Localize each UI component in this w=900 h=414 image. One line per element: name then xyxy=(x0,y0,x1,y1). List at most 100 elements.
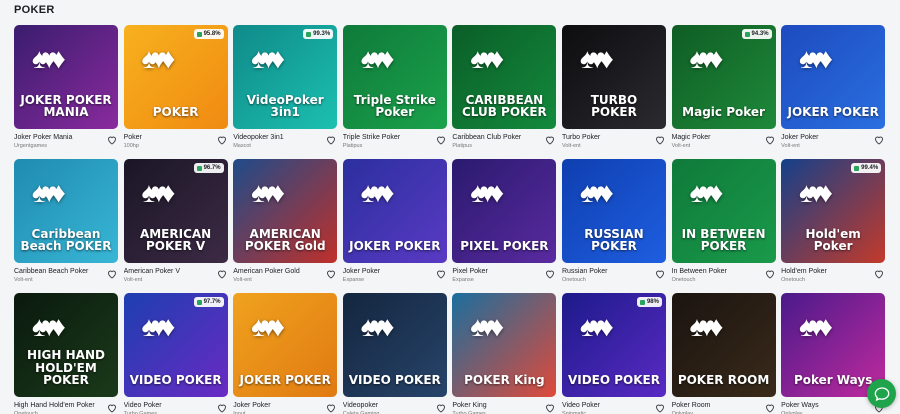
game-name[interactable]: Videopoker xyxy=(343,401,433,410)
heart-icon[interactable] xyxy=(873,134,885,146)
heart-icon[interactable] xyxy=(435,134,447,146)
game-card[interactable]: ♠♥♦ POKER 95.8% Poker 100hp xyxy=(123,25,228,149)
game-name[interactable]: Videopoker 3in1 xyxy=(233,133,323,142)
heart-icon[interactable] xyxy=(216,268,228,280)
game-thumbnail[interactable]: ♠♥♦ Caribbean Beach POKER xyxy=(14,159,118,263)
game-card[interactable]: ♠♥♦ VIDEO POKER Videopoker Caleta Gaming xyxy=(342,293,447,414)
game-thumbnail[interactable]: ♠♥♦ VIDEO POKER 98% xyxy=(561,293,666,397)
game-name[interactable]: Caribbean Beach Poker xyxy=(14,267,104,276)
game-name[interactable]: Joker Poker xyxy=(233,401,323,410)
game-thumbnail[interactable]: ♠♥♦ POKER ROOM xyxy=(671,293,776,397)
heart-icon[interactable] xyxy=(764,402,776,414)
game-card[interactable]: ♠♥♦ Hold'em Poker 99.4% Hold'em Poker On… xyxy=(781,159,886,283)
heart-icon[interactable] xyxy=(325,402,337,414)
game-name[interactable]: Joker Poker xyxy=(781,133,871,142)
game-name[interactable]: Joker Poker Mania xyxy=(14,133,104,142)
game-name[interactable]: In Between Poker xyxy=(672,267,762,276)
game-meta: Videopoker 3in1 Mascot xyxy=(233,133,337,152)
game-card[interactable]: ♠♥♦ Triple Strike Poker Triple Strike Po… xyxy=(342,25,447,149)
game-card[interactable]: ♠♥♦ JOKER POKER MANIA Joker Poker Mania … xyxy=(14,25,118,149)
game-provider: Volt-ent xyxy=(671,143,691,149)
game-thumbnail[interactable]: ♠♥♦ VIDEO POKER 97.7% xyxy=(123,293,228,397)
game-thumbnail[interactable]: ♠♥♦ JOKER POKER xyxy=(233,293,338,397)
game-name[interactable]: Hold'em Poker xyxy=(781,267,871,276)
game-name[interactable]: Poker King xyxy=(452,401,542,410)
game-meta: Poker King Turbo Games xyxy=(452,401,556,414)
game-name[interactable]: Poker Room xyxy=(672,401,762,410)
game-thumbnail[interactable]: ♠♥♦ VIDEO POKER xyxy=(342,293,447,397)
heart-icon[interactable] xyxy=(216,134,228,146)
game-name[interactable]: Turbo Poker xyxy=(562,133,652,142)
game-thumbnail[interactable]: ♠♥♦ CARIBBEAN CLUB POKER xyxy=(452,25,557,129)
game-name[interactable]: Poker Ways xyxy=(781,401,871,410)
game-name[interactable]: High Hand Hold'em Poker xyxy=(14,401,104,410)
game-thumbnail[interactable]: ♠♥♦ POKER 95.8% xyxy=(123,25,228,129)
game-card[interactable]: ♠♥♦ AMERICAN POKER Gold American Poker G… xyxy=(233,159,338,283)
game-name[interactable]: American Poker V xyxy=(124,267,214,276)
game-name[interactable]: American Poker Gold xyxy=(233,267,323,276)
heart-icon[interactable] xyxy=(764,268,776,280)
heart-icon[interactable] xyxy=(764,134,776,146)
game-card[interactable]: ♠♥♦ IN BETWEEN POKER In Between Poker On… xyxy=(671,159,776,283)
game-card[interactable]: ♠♥♦ JOKER POKER Joker Poker Volt-ent xyxy=(781,25,886,149)
game-thumbnail[interactable]: ♠♥♦ AMERICAN POKER Gold xyxy=(233,159,338,263)
game-card[interactable]: ♠♥♦ AMERICAN POKER V 96.7% American Poke… xyxy=(123,159,228,283)
game-thumbnail[interactable]: ♠♥♦ Hold'em Poker 99.4% xyxy=(781,159,886,263)
game-thumbnail[interactable]: ♠♥♦ POKER King xyxy=(452,293,557,397)
game-name[interactable]: Caribbean Club Poker xyxy=(452,133,542,142)
game-name[interactable]: Video Poker xyxy=(562,401,652,410)
game-thumbnail[interactable]: ♠♥♦ JOKER POKER MANIA xyxy=(14,25,118,129)
heart-icon[interactable] xyxy=(873,268,885,280)
game-card[interactable]: ♠♥♦ POKER ROOM Poker Room Onlyplay xyxy=(671,293,776,414)
game-card[interactable]: ♠♥♦ POKER King Poker King Turbo Games xyxy=(452,293,557,414)
heart-icon[interactable] xyxy=(325,134,337,146)
game-card[interactable]: ♠♥♦ Magic Poker 94.3% Magic Poker Volt-e… xyxy=(671,25,776,149)
game-card[interactable]: ♠♥♦ RUSSIAN POKER Russian Poker Onetouch xyxy=(561,159,666,283)
game-card[interactable]: ♠♥♦ JOKER POKER Joker Poker Inout xyxy=(233,293,338,414)
game-name[interactable]: Russian Poker xyxy=(562,267,652,276)
game-thumbnail[interactable]: ♠♥♦ HIGH HAND HOLD'EM POKER xyxy=(14,293,118,397)
game-thumbnail[interactable]: ♠♥♦ IN BETWEEN POKER xyxy=(671,159,776,263)
game-meta: Magic Poker Volt-ent xyxy=(672,133,776,152)
game-thumbnail[interactable]: ♠♥♦ Poker Ways xyxy=(781,293,886,397)
heart-icon[interactable] xyxy=(325,268,337,280)
live-chat-button[interactable] xyxy=(867,379,896,408)
game-card[interactable]: ♠♥♦ VideoPoker 3in1 99.3% Videopoker 3in… xyxy=(233,25,338,149)
heart-icon[interactable] xyxy=(216,402,228,414)
game-thumbnail[interactable]: ♠♥♦ AMERICAN POKER V 96.7% xyxy=(123,159,228,263)
rtp-icon xyxy=(196,299,202,305)
game-name[interactable]: Magic Poker xyxy=(672,133,762,142)
game-name[interactable]: Joker Poker xyxy=(343,267,433,276)
heart-icon[interactable] xyxy=(435,268,447,280)
game-card[interactable]: ♠♥♦ TURBO POKER Turbo Poker Volt-ent xyxy=(561,25,666,149)
heart-icon[interactable] xyxy=(654,268,666,280)
game-card[interactable]: ♠♥♦ HIGH HAND HOLD'EM POKER High Hand Ho… xyxy=(14,293,118,414)
heart-icon[interactable] xyxy=(106,134,118,146)
game-thumbnail[interactable]: ♠♥♦ JOKER POKER xyxy=(781,25,886,129)
game-name[interactable]: Triple Strike Poker xyxy=(343,133,433,142)
game-thumbnail[interactable]: ♠♥♦ VideoPoker 3in1 99.3% xyxy=(233,25,338,129)
heart-icon[interactable] xyxy=(106,402,118,414)
game-thumbnail[interactable]: ♠♥♦ RUSSIAN POKER xyxy=(561,159,666,263)
game-card[interactable]: ♠♥♦ VIDEO POKER 97.7% Video Poker Turbo … xyxy=(123,293,228,414)
heart-icon[interactable] xyxy=(544,134,556,146)
game-thumbnail[interactable]: ♠♥♦ Triple Strike Poker xyxy=(342,25,447,129)
game-thumbnail[interactable]: ♠♥♦ TURBO POKER xyxy=(561,25,666,129)
game-card[interactable]: ♠♥♦ Caribbean Beach POKER Caribbean Beac… xyxy=(14,159,118,283)
game-card[interactable]: ♠♥♦ PIXEL POKER Pixel Poker Expanse xyxy=(452,159,557,283)
heart-icon[interactable] xyxy=(654,134,666,146)
heart-icon[interactable] xyxy=(106,268,118,280)
game-thumbnail[interactable]: ♠♥♦ PIXEL POKER xyxy=(452,159,557,263)
game-thumbnail[interactable]: ♠♥♦ Magic Poker 94.3% xyxy=(671,25,776,129)
heart-icon[interactable] xyxy=(435,402,447,414)
heart-icon[interactable] xyxy=(544,268,556,280)
game-card[interactable]: ♠♥♦ JOKER POKER Joker Poker Expanse xyxy=(342,159,447,283)
game-name[interactable]: Pixel Poker xyxy=(452,267,542,276)
heart-icon[interactable] xyxy=(654,402,666,414)
game-card[interactable]: ♠♥♦ CARIBBEAN CLUB POKER Caribbean Club … xyxy=(452,25,557,149)
game-name[interactable]: Poker xyxy=(124,133,214,142)
game-card[interactable]: ♠♥♦ VIDEO POKER 98% Video Poker Spinmati… xyxy=(561,293,666,414)
heart-icon[interactable] xyxy=(544,402,556,414)
game-thumbnail[interactable]: ♠♥♦ JOKER POKER xyxy=(342,159,447,263)
game-name[interactable]: Video Poker xyxy=(124,401,214,410)
